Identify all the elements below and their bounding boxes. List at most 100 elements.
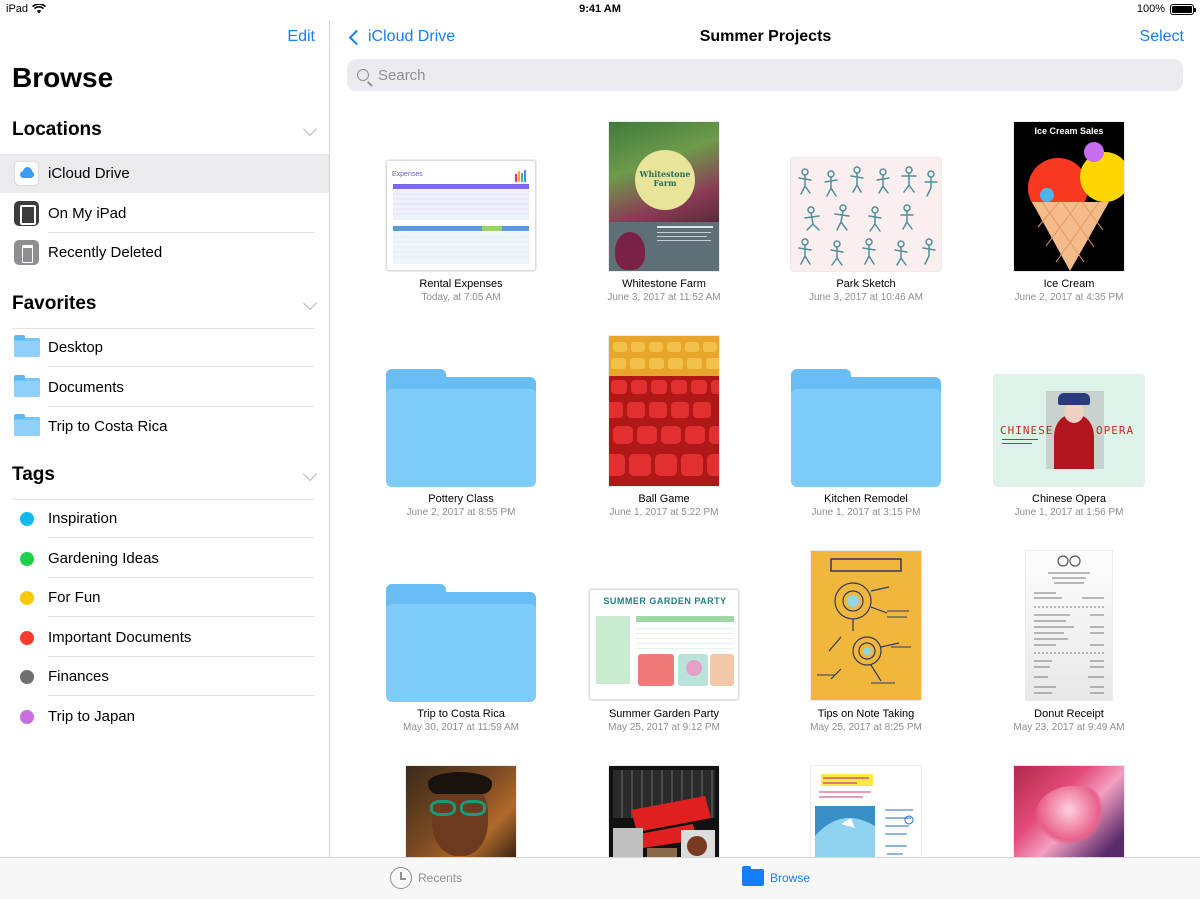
tab-recents[interactable]: Recents — [390, 867, 462, 889]
tags-header[interactable]: Tags — [12, 464, 55, 486]
file-name: Rental Expenses — [419, 278, 503, 290]
file-date: May 25, 2017 at 8:25 PM — [810, 722, 922, 733]
file-thumbnail — [1026, 551, 1112, 700]
file-name: Donut Receipt — [1034, 708, 1104, 720]
sidebar-item-documents[interactable]: Documents — [0, 368, 329, 407]
favorites-header[interactable]: Favorites — [12, 293, 96, 315]
file-thumbnail: CHINESE OPERA — [994, 375, 1144, 486]
sidebar: Edit Browse Locations iCloud Drive On My… — [0, 20, 330, 857]
sidebar-item-tag-important-documents[interactable]: Important Documents — [0, 618, 329, 657]
file-date: June 1, 2017 at 1:56 PM — [1014, 507, 1124, 518]
sidebar-item-label: Trip to Japan — [48, 708, 135, 725]
file-date: May 30, 2017 at 11:59 AM — [402, 722, 519, 733]
favorites-chevron-icon[interactable] — [302, 295, 318, 311]
notes-sketch — [817, 558, 911, 684]
select-button[interactable]: Select — [1140, 28, 1184, 46]
file-thumbnail: SUMMER GARDEN PARTY — [589, 589, 739, 700]
folder-icon — [742, 866, 764, 886]
tab-browse[interactable]: Browse — [742, 866, 811, 886]
sidebar-item-label: Important Documents — [48, 629, 192, 646]
file-name: Kitchen Remodel — [824, 493, 908, 505]
file-date: June 3, 2017 at 10:46 AM — [809, 292, 923, 303]
locations-chevron-icon[interactable] — [302, 121, 318, 137]
surf-notes — [815, 774, 914, 857]
folder-icon — [386, 584, 536, 702]
tags-chevron-icon[interactable] — [302, 466, 318, 482]
status-time: 9:41 AM — [579, 3, 621, 15]
restaurant-photo — [613, 796, 715, 857]
locations-header[interactable]: Locations — [12, 119, 102, 141]
thumbnail-title-right: OPERA — [1096, 424, 1135, 437]
sidebar-item-label: Finances — [48, 668, 109, 685]
file-thumbnail — [1014, 766, 1124, 857]
sidebar-item-label: Recently Deleted — [48, 244, 163, 261]
search-input[interactable]: Search — [347, 59, 1183, 91]
stadium-seats-photo — [609, 336, 719, 476]
sidebar-item-label: Inspiration — [48, 510, 118, 527]
file-date: Today, at 7:05 AM — [421, 292, 501, 303]
battery-icon — [1170, 3, 1196, 15]
file-thumbnail — [811, 766, 921, 857]
sidebar-item-trip-to-costa-rica[interactable]: Trip to Costa Rica — [0, 407, 329, 446]
sidebar-item-tag-trip-to-japan[interactable]: Trip to Japan — [0, 697, 329, 736]
file-date: June 2, 2017 at 8:55 PM — [406, 507, 516, 518]
file-name: Whitestone Farm — [622, 278, 706, 290]
sidebar-item-tag-gardening-ideas[interactable]: Gardening Ideas — [0, 539, 329, 578]
receipt-preview — [1034, 555, 1104, 694]
sidebar-item-label: Gardening Ideas — [48, 550, 159, 567]
clock-icon — [390, 867, 412, 889]
file-thumbnail — [609, 336, 719, 486]
file-name: Trip to Costa Rica — [417, 708, 505, 720]
sidebar-item-tag-inspiration[interactable]: Inspiration — [0, 499, 329, 538]
browse-title: Browse — [12, 62, 114, 93]
sidebar-item-label: On My iPad — [48, 205, 127, 222]
status-bar: iPad 9:41 AM 100% — [0, 0, 1200, 20]
file-date: June 2, 2017 at 4:35 PM — [1014, 292, 1124, 303]
file-date: June 3, 2017 at 11:52 AM — [607, 292, 721, 303]
file-thumbnail: Expenses — [386, 160, 536, 271]
battery-percent: 100% — [1136, 3, 1165, 15]
search-placeholder: Search — [378, 66, 426, 84]
tab-label: Browse — [770, 870, 811, 885]
sketch-figures — [798, 166, 938, 266]
thumbnail-title: Whitestone Farm — [639, 169, 691, 188]
sidebar-item-label: Documents — [48, 379, 124, 396]
spreadsheet-preview — [393, 170, 529, 264]
cone-shape — [1032, 201, 1109, 271]
sidebar-item-label: iCloud Drive — [48, 165, 130, 182]
sidebar-item-icloud-drive[interactable]: iCloud Drive — [0, 154, 329, 193]
file-thumbnail — [791, 158, 941, 271]
ipad-icon — [14, 201, 39, 226]
file-name: Tips on Note Taking — [817, 708, 915, 720]
sidebar-item-tag-finances[interactable]: Finances — [0, 657, 329, 696]
file-name: Ice Cream — [1043, 278, 1095, 290]
folder-icon — [386, 369, 536, 487]
status-right: 100% — [1136, 3, 1196, 15]
folder-icon — [14, 335, 40, 357]
folder-icon — [14, 414, 40, 436]
tab-label: Recents — [418, 871, 463, 885]
file-date: June 1, 2017 at 3:15 PM — [811, 507, 921, 518]
file-name: Park Sketch — [836, 278, 896, 290]
file-thumbnail — [406, 766, 516, 857]
tag-dot-icon — [20, 670, 34, 684]
file-name: Chinese Opera — [1032, 493, 1106, 505]
edit-button[interactable]: Edit — [287, 28, 315, 46]
file-thumbnail: Ice Cream Sales — [1014, 122, 1124, 271]
trash-icon — [14, 240, 39, 265]
folder-icon — [14, 375, 40, 397]
file-name: Pottery Class — [428, 493, 494, 505]
sidebar-item-recently-deleted[interactable]: Recently Deleted — [0, 233, 329, 272]
sidebar-item-on-my-ipad[interactable]: On My iPad — [0, 194, 329, 233]
thumbnail-title: SUMMER GARDEN PARTY — [603, 596, 727, 606]
tag-dot-icon — [20, 631, 34, 645]
sidebar-item-tag-for-fun[interactable]: For Fun — [0, 578, 329, 617]
file-name: Ball Game — [638, 493, 690, 505]
sidebar-item-desktop[interactable]: Desktop — [0, 328, 329, 367]
file-date: May 23, 2017 at 9:49 AM — [1013, 722, 1125, 733]
tab-bar: Recents Browse — [0, 857, 1200, 899]
cloud-icon — [14, 161, 39, 186]
sidebar-item-label: Trip to Costa Rica — [48, 418, 168, 435]
search-icon — [357, 69, 369, 81]
file-name: Summer Garden Party — [608, 708, 720, 720]
